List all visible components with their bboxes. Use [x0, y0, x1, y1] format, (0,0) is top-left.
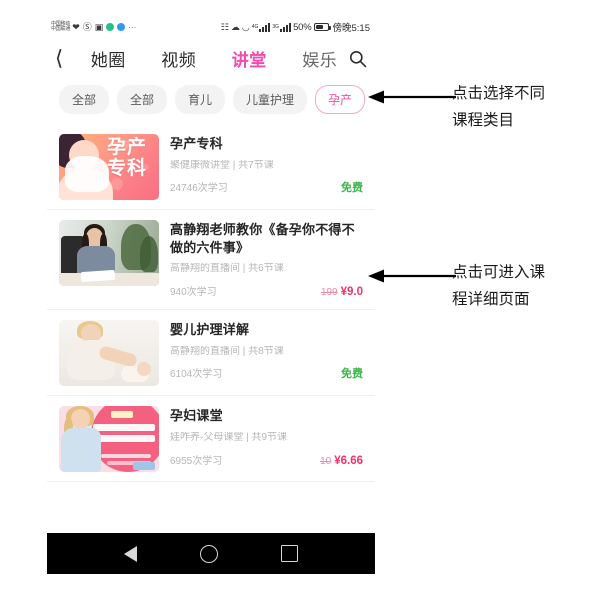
course-info-3: 婴儿护理详解 高静翔的直播间 | 共8节课 6104次学习 免费	[170, 320, 363, 381]
recents-square-icon[interactable]	[280, 545, 298, 562]
status-left-icons: ❤ Ⓢ ▣ ⋯	[72, 21, 137, 32]
course-free-badge-3: 免费	[341, 367, 363, 380]
course-info-4: 孕妇课堂 娃咋养-父母课堂 | 共9节课 6955次学习 10 ¥6.66	[170, 406, 363, 469]
annotation-2-line-1: 点击可进入课	[452, 264, 546, 281]
blue-dot-icon	[117, 23, 126, 31]
carrier-labels: 中国移动 中国联通	[51, 21, 71, 33]
tab-video[interactable]: 视频	[161, 46, 196, 71]
battery-icon	[313, 23, 331, 31]
course-thumbnail-1: 孕产专科	[59, 134, 159, 200]
status-right-icons: ☷ ☁ ◡ 4G 3G 50% 傍晚5:15	[220, 20, 371, 35]
signal-bars-2-icon	[280, 22, 292, 32]
course-footer-4: 6955次学习 10 ¥6.66	[170, 451, 363, 469]
course-footer-3: 6104次学习 免费	[170, 365, 363, 381]
phone-screenshot: 中国移动 中国联通 ❤ Ⓢ ▣ ⋯ ☷ ☁ ◡ 4G 3G 50% 傍晚5:15…	[47, 14, 375, 574]
bluetooth-icon: ☁	[230, 21, 240, 32]
tab-taquan[interactable]: 她圈	[91, 46, 126, 71]
annotation-arrow-1	[368, 90, 456, 104]
course-title-2: 高静翔老师教你《备孕你不得不做的六件事》	[170, 222, 355, 255]
annotation-1-line-2: 课程类目	[452, 112, 515, 130]
course-thumbnail-2	[59, 220, 159, 286]
course-price-old-2: 199	[320, 287, 338, 299]
vibrate-icon: ☷	[220, 21, 229, 32]
course-subtitle-1: 聚健康微讲堂 | 共7节课	[170, 159, 274, 171]
course-learners-4: 6955次学习	[170, 455, 223, 467]
signal-bars-1-icon	[259, 22, 271, 32]
at-icon: Ⓢ	[82, 21, 92, 32]
tab-jiangtang[interactable]: 讲堂	[232, 46, 267, 71]
course-learners-2: 940次学习	[170, 287, 217, 299]
course-info-2: 高静翔老师教你《备孕你不得不做的六件事》 高静翔的直播间 | 共6节课 940次…	[170, 220, 363, 300]
course-card-3[interactable]: 婴儿护理详解 高静翔的直播间 | 共8节课 6104次学习 免费	[47, 310, 375, 397]
android-navigation-bar	[47, 533, 375, 574]
wifi-icon: ◡	[241, 21, 250, 32]
app-navigation-bar: ⟨ 她圈 视频 讲堂 娱乐	[47, 40, 375, 76]
course-card-1[interactable]: 孕产专科 孕产专科 聚健康微讲堂 | 共7节课 24746次学习 免费	[47, 124, 375, 210]
chip-all-1[interactable]: 全部	[59, 85, 110, 114]
chip-parenting[interactable]: 育儿	[175, 85, 226, 114]
chip-childcare[interactable]: 儿童护理	[233, 85, 308, 114]
course-footer-2: 940次学习 199 ¥9.0	[170, 282, 363, 300]
app-icon: ▣	[94, 21, 104, 32]
tab-yule[interactable]: 娱乐	[302, 46, 337, 71]
annotation-text-2: 点击可进入课 程详细页面	[452, 259, 545, 313]
filter-chip-row: 全部 全部 育儿 儿童护理 孕产	[47, 76, 375, 124]
course-price-4: 10 ¥6.66	[320, 451, 363, 469]
course-price-new-2: ¥9.0	[340, 286, 363, 299]
carrier-line-2: 中国联通	[51, 26, 71, 32]
course-footer-1: 24746次学习 免费	[170, 179, 363, 195]
course-card-2[interactable]: 高静翔老师教你《备孕你不得不做的六件事》 高静翔的直播间 | 共6节课 940次…	[47, 210, 375, 311]
chip-maternity[interactable]: 孕产	[315, 85, 366, 114]
heart-icon: ❤	[72, 21, 80, 32]
thumbnail-text-lines-4	[93, 424, 155, 450]
signal-label-1: 4G	[251, 24, 259, 30]
course-title-1: 孕产专科	[170, 136, 223, 151]
course-subtitle-4: 娃咋养-父母课堂 | 共9节课	[170, 431, 288, 443]
chip-all-2[interactable]: 全部	[117, 85, 168, 114]
annotation-2-line-2: 程详细页面	[452, 291, 530, 309]
course-thumbnail-3	[59, 320, 159, 387]
course-title-3: 婴儿护理详解	[170, 322, 250, 338]
course-price-2: 199 ¥9.0	[321, 282, 363, 300]
course-thumbnail-4	[59, 406, 159, 473]
status-bar: 中国移动 中国联通 ❤ Ⓢ ▣ ⋯ ☷ ☁ ◡ 4G 3G 50% 傍晚5:15	[47, 14, 375, 40]
course-list: 孕产专科 孕产专科 聚健康微讲堂 | 共7节课 24746次学习 免费 高静翔老…	[47, 124, 375, 483]
course-price-new-4: ¥6.66	[334, 454, 363, 467]
course-learners-3: 6104次学习	[170, 368, 223, 380]
course-subtitle-3: 高静翔的直播间 | 共8节课	[170, 345, 284, 357]
ellipsis-icon: ⋯	[128, 22, 137, 32]
course-subtitle-2: 高静翔的直播间 | 共6节课	[170, 263, 284, 275]
course-title-4: 孕妇课堂	[170, 408, 223, 424]
home-circle-icon[interactable]	[199, 544, 218, 563]
course-info-1: 孕产专科 聚健康微讲堂 | 共7节课 24746次学习 免费	[170, 134, 363, 195]
annotation-text-1: 点击选择不同 课程类目	[452, 80, 545, 134]
annotation-arrow-2	[368, 269, 456, 283]
course-free-badge-1: 免费	[341, 181, 363, 194]
category-tabs: 她圈 视频 讲堂 娱乐	[73, 46, 345, 71]
green-dot-icon	[106, 23, 115, 31]
signal-label-2: 3G	[272, 24, 280, 30]
annotation-1-line-1: 点击选择不同	[452, 85, 546, 102]
status-clock: 傍晚5:15	[332, 23, 371, 34]
course-learners-1: 24746次学习	[170, 182, 228, 194]
battery-percent: 50%	[293, 21, 312, 33]
back-chevron-icon[interactable]: ⟨	[55, 47, 73, 69]
course-price-old-4: 10	[320, 455, 332, 467]
course-card-4[interactable]: 孕妇课堂 娃咋养-父母课堂 | 共9节课 6955次学习 10 ¥6.66	[47, 396, 375, 483]
search-icon[interactable]	[345, 49, 369, 68]
thumbnail-text-1: 孕产专科	[106, 137, 147, 179]
back-triangle-icon[interactable]	[124, 545, 138, 562]
